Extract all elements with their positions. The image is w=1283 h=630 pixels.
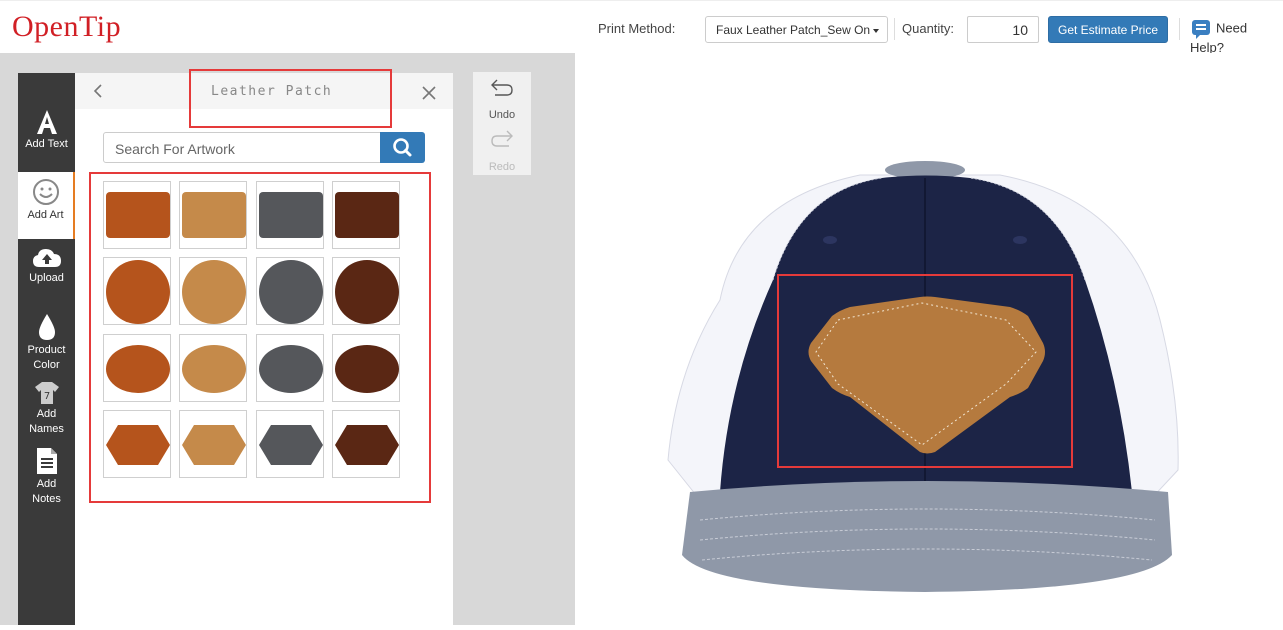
upload-label: Upload <box>29 272 64 284</box>
redo-icon[interactable] <box>490 129 514 149</box>
need-help-link[interactable]: Need Help? <box>1190 18 1283 55</box>
product-color-label-2: Color <box>33 359 60 371</box>
hexagon-patch-icon <box>182 425 246 465</box>
undo-label[interactable]: Undo <box>473 109 531 121</box>
upload-tool[interactable]: Upload <box>18 247 75 295</box>
opentip-logo[interactable]: OpenTip <box>12 10 121 44</box>
droplet-icon <box>38 314 55 340</box>
caret-down-icon <box>873 29 879 33</box>
add-notes-label-1: Add <box>36 478 57 490</box>
top-bar: OpenTip Print Method: Faux Leather Patch… <box>0 0 1283 55</box>
divider <box>894 18 895 40</box>
artwork-tile-rectangle[interactable] <box>332 181 400 249</box>
add-text-tool[interactable]: Add Text <box>18 109 75 157</box>
circle-patch-icon <box>335 260 399 324</box>
add-notes-tool[interactable]: Add Notes <box>18 447 75 507</box>
tool-rail: Add Text Add Art Upload Product Color 7 … <box>18 73 75 625</box>
hexagon-patch-icon <box>106 425 170 465</box>
chevron-left-icon[interactable] <box>91 83 105 99</box>
artwork-search: Search For Artwork <box>103 132 425 163</box>
artwork-tile-circle[interactable] <box>179 257 247 325</box>
add-names-label-2: Names <box>29 423 64 435</box>
product-color-tool[interactable]: Product Color <box>18 313 75 373</box>
search-button[interactable] <box>380 132 425 163</box>
rectangle-patch-icon <box>106 192 170 238</box>
artwork-tile-circle[interactable] <box>103 257 171 325</box>
search-icon <box>393 138 412 157</box>
quantity-input[interactable]: 10 <box>967 16 1039 43</box>
product-color-label-1: Product <box>27 344 66 356</box>
undo-icon[interactable] <box>490 78 514 98</box>
close-icon[interactable] <box>422 86 436 100</box>
add-art-tool[interactable]: Add Art <box>18 172 75 239</box>
artwork-tile-oval[interactable] <box>179 334 247 402</box>
letter-a-icon <box>36 110 57 134</box>
print-method-select[interactable]: Faux Leather Patch_Sew On <box>705 16 888 43</box>
add-names-tool[interactable]: 7 Add Names <box>18 381 75 441</box>
cloud-upload-icon <box>32 249 61 267</box>
oval-patch-icon <box>106 345 170 393</box>
artwork-tile-rectangle[interactable] <box>179 181 247 249</box>
artwork-tile-oval[interactable] <box>103 334 171 402</box>
add-names-label-1: Add <box>36 408 57 420</box>
art-panel: Leather Patch Search For Artwork <box>75 69 453 625</box>
rectangle-patch-icon <box>335 192 399 238</box>
redo-label[interactable]: Redo <box>473 161 531 173</box>
print-method-label: Print Method: <box>598 21 676 36</box>
title-highlight-box <box>189 69 392 128</box>
hexagon-patch-icon <box>335 425 399 465</box>
add-notes-label-2: Notes <box>32 493 61 505</box>
divider <box>1179 18 1180 40</box>
artwork-tile-hexagon[interactable] <box>103 410 171 478</box>
circle-patch-icon <box>259 260 323 324</box>
history-panel: Undo Redo <box>473 72 531 175</box>
print-method-value: Faux Leather Patch_Sew On <box>716 23 871 37</box>
print-area-box[interactable] <box>777 274 1073 468</box>
circle-patch-icon <box>182 260 246 324</box>
artwork-tile-oval[interactable] <box>332 334 400 402</box>
artwork-tile-rectangle[interactable] <box>256 181 324 249</box>
rectangle-patch-icon <box>182 192 246 238</box>
get-estimate-button[interactable]: Get Estimate Price <box>1048 16 1168 43</box>
chat-help-icon <box>1192 20 1210 39</box>
rectangle-patch-icon <box>259 192 323 238</box>
artwork-tile-rectangle[interactable] <box>103 181 171 249</box>
oval-patch-icon <box>335 345 399 393</box>
circle-patch-icon <box>106 260 170 324</box>
search-input[interactable]: Search For Artwork <box>103 132 381 163</box>
artwork-tile-circle[interactable] <box>332 257 400 325</box>
artwork-tile-oval[interactable] <box>256 334 324 402</box>
svg-text:7: 7 <box>43 391 49 402</box>
artwork-tile-circle[interactable] <box>256 257 324 325</box>
jersey-icon: 7 <box>34 382 59 404</box>
quantity-label: Quantity: <box>902 21 955 36</box>
document-icon <box>36 448 57 474</box>
artwork-tile-hexagon[interactable] <box>256 410 324 478</box>
smiley-icon <box>32 179 59 205</box>
artwork-tile-hexagon[interactable] <box>179 410 247 478</box>
add-text-label: Add Text <box>25 138 68 150</box>
artwork-tile-hexagon[interactable] <box>332 410 400 478</box>
oval-patch-icon <box>182 345 246 393</box>
hexagon-patch-icon <box>259 425 323 465</box>
add-art-label: Add Art <box>27 209 64 221</box>
oval-patch-icon <box>259 345 323 393</box>
